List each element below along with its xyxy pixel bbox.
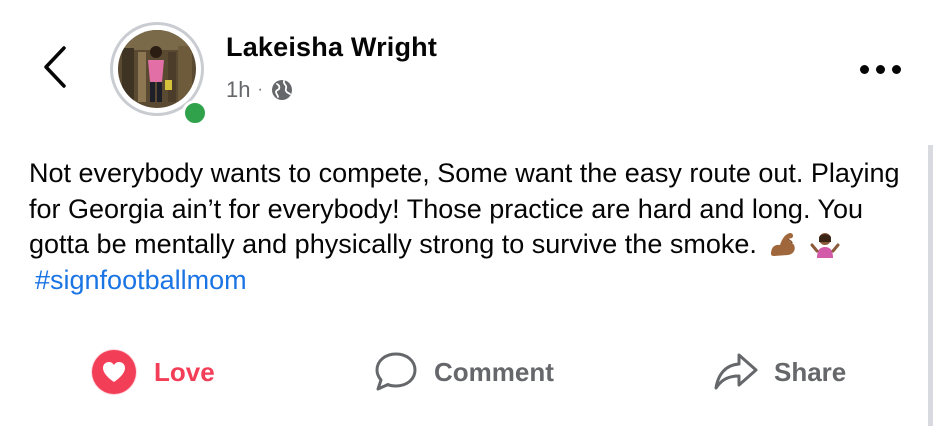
dot-icon — [892, 64, 901, 74]
post-body: Not everybody wants to compete, Some wan… — [29, 156, 919, 298]
share-label: Share — [774, 356, 847, 387]
author-name[interactable]: Lakeisha Wright — [226, 32, 437, 63]
love-button[interactable]: Love — [92, 350, 215, 394]
heart-icon — [92, 350, 136, 394]
share-arrow-icon — [714, 353, 758, 390]
hashtag-link[interactable]: #signfootballmom — [35, 265, 247, 295]
dot-icon — [876, 64, 885, 74]
meta-separator: · — [257, 81, 263, 98]
comment-label: Comment — [434, 356, 554, 387]
flexed-biceps-emoji — [771, 233, 796, 256]
back-button[interactable] — [36, 44, 76, 90]
online-status-indicator — [182, 100, 208, 126]
dot-icon — [860, 64, 869, 74]
more-options-button[interactable] — [860, 60, 910, 78]
scrollbar[interactable] — [928, 145, 933, 426]
comment-button[interactable]: Comment — [372, 350, 554, 394]
author-avatar[interactable] — [110, 22, 208, 126]
love-label: Love — [154, 356, 215, 387]
share-button[interactable]: Share — [712, 350, 846, 394]
comment-icon — [375, 352, 417, 391]
globe-icon — [271, 80, 292, 100]
post-meta: 1h · — [226, 77, 294, 103]
post-time[interactable]: 1h — [226, 77, 250, 103]
avatar-photo — [118, 30, 196, 108]
chevron-left-icon — [44, 46, 66, 88]
person-shrugging-emoji — [810, 233, 840, 258]
